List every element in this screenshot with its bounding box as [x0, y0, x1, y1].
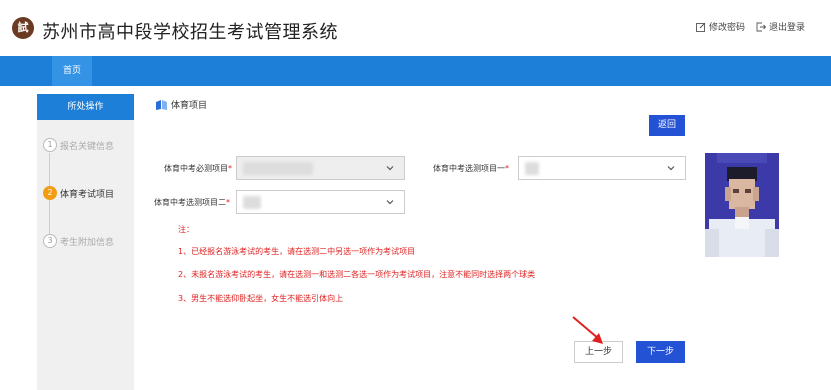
required-item-label-text: 体育中考必测项目 — [164, 164, 228, 173]
logo: 試 — [12, 17, 34, 39]
header: 試 苏州市高中段学校招生考试管理系统 修改密码 退出登录 — [0, 0, 831, 56]
step-connector — [49, 200, 50, 234]
selected-value-redacted — [243, 162, 313, 175]
step-number: 3 — [43, 234, 57, 248]
red-arrow-annotation — [572, 316, 603, 344]
elective-1-label: 体育中考选测项目一* — [433, 163, 509, 174]
note-item: 1、已经报名游泳考试的考生，请在选测二中另选一项作为考试项目 — [178, 247, 416, 256]
change-password-label: 修改密码 — [709, 23, 746, 33]
edit-icon — [696, 22, 706, 32]
elective-1-select[interactable] — [518, 156, 686, 180]
nav-tab-home[interactable]: 首页 — [52, 56, 92, 86]
change-password-link[interactable]: 修改密码 — [696, 20, 745, 33]
elective-2-select[interactable] — [236, 190, 405, 214]
step-label: 报名关键信息 — [60, 141, 115, 152]
elective-2-label: 体育中考选测项目二* — [154, 197, 230, 208]
sidebar-step-2[interactable]: 2 体育考试项目 — [43, 186, 114, 200]
notes-title: 注： — [178, 225, 194, 234]
selected-value-redacted — [525, 162, 539, 175]
sidebar-step-3[interactable]: 3 考生附加信息 — [43, 234, 114, 248]
back-button[interactable]: 返回 — [649, 115, 685, 136]
required-mark: * — [226, 198, 230, 207]
section-title: 体育项目 — [156, 98, 207, 111]
required-mark: * — [228, 164, 232, 173]
student-photo-pixelated — [705, 153, 779, 257]
sidebar: 所处操作 1 报名关键信息 2 体育考试项目 3 考生附加信息 — [37, 94, 134, 390]
chevron-down-icon — [386, 166, 394, 171]
next-step-button[interactable]: 下一步 — [636, 341, 685, 363]
required-mark: * — [505, 164, 509, 173]
elective-1-label-text: 体育中考选测项目一 — [433, 164, 505, 173]
required-item-label: 体育中考必测项目* — [164, 163, 232, 174]
required-item-select[interactable] — [236, 156, 405, 180]
logout-link[interactable]: 退出登录 — [756, 20, 805, 33]
note-item: 2、未报名游泳考试的考生，请在选测一和选测二各选一项作为考试项目，注意不能同时选… — [178, 270, 536, 279]
step-label: 考生附加信息 — [60, 237, 115, 248]
step-number: 1 — [43, 138, 57, 152]
step-number: 2 — [43, 186, 57, 200]
logout-icon — [756, 22, 766, 31]
logout-label: 退出登录 — [769, 23, 806, 33]
note-item: 3、男生不能选仰卧起坐，女生不能选引体向上 — [178, 294, 344, 303]
step-label: 体育考试项目 — [60, 189, 115, 200]
book-icon — [156, 99, 167, 110]
elective-2-label-text: 体育中考选测项目二 — [154, 198, 226, 207]
chevron-down-icon — [386, 200, 394, 205]
selected-value-redacted — [243, 196, 261, 209]
top-navbar: 首页 — [0, 56, 831, 86]
photo-image — [705, 153, 779, 257]
sidebar-step-1[interactable]: 1 报名关键信息 — [43, 138, 114, 152]
section-title-text: 体育项目 — [171, 101, 208, 111]
chevron-down-icon — [667, 166, 675, 171]
step-connector — [49, 153, 50, 186]
app-title: 苏州市高中段学校招生考试管理系统 — [42, 22, 338, 43]
sidebar-title: 所处操作 — [37, 94, 134, 120]
